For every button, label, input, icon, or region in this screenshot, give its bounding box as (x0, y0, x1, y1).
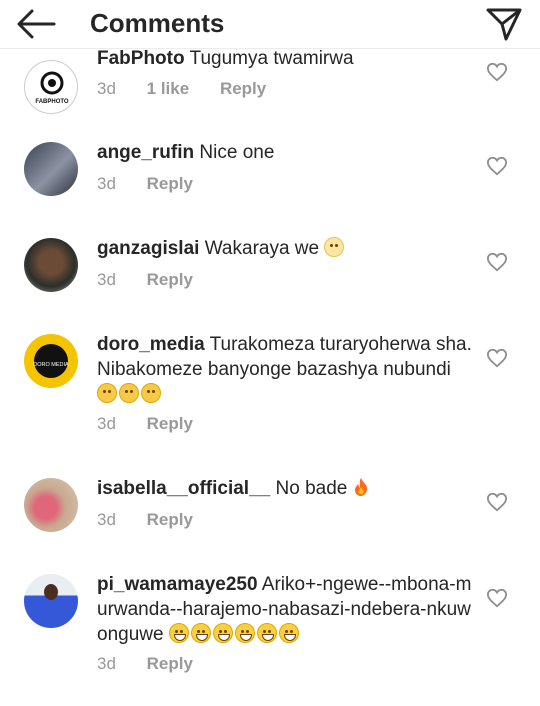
comment-item: ganzagislai Wakaraya we 3d Reply (0, 236, 540, 306)
page-title: Comments (90, 8, 225, 38)
reply-button[interactable]: Reply (147, 174, 193, 193)
comment-username[interactable]: doro_media (97, 334, 205, 355)
arrow-left-icon[interactable] (14, 6, 58, 42)
svg-text:DORO MEDIA: DORO MEDIA (33, 362, 69, 368)
comment-text: FabPhoto Tugumya twamirwa (97, 46, 472, 71)
smile-emoji-icon (324, 237, 345, 257)
comment-meta: 3d Reply (97, 414, 219, 434)
heart-icon[interactable] (486, 492, 508, 512)
svg-text:FABPHOTO: FABPHOTO (35, 99, 69, 105)
grin-emoji-icon (190, 623, 211, 643)
comment-text: pi_wamamaye250 Ariko+-ngewe--mbona-murwa… (97, 572, 472, 647)
reply-button[interactable]: Reply (147, 654, 193, 673)
comment-item: ange_rufin Nice one 3d Reply (0, 140, 540, 210)
comment-item: isabella__official__ No bade 3d Reply (0, 476, 540, 546)
fabphoto-logo: FABPHOTO (35, 71, 69, 105)
comment-message: No bade (275, 478, 348, 499)
avatar[interactable] (24, 142, 78, 196)
comment-text: ganzagislai Wakaraya we (97, 236, 472, 261)
comment-time: 3d (97, 270, 116, 289)
avatar[interactable]: FABPHOTO (24, 60, 78, 114)
comment-text: doro_media Turakomeza turaryoherwa sha. … (97, 332, 472, 407)
grin-emoji-icon (212, 623, 233, 643)
avatar[interactable]: DORO MEDIA (24, 334, 78, 388)
heart-icon[interactable] (486, 62, 508, 82)
comment-username[interactable]: ganzagislai (97, 238, 199, 259)
send-icon[interactable] (484, 6, 524, 42)
comment-username[interactable]: FabPhoto (97, 48, 185, 69)
avatar[interactable] (24, 574, 78, 628)
reply-button[interactable]: Reply (147, 510, 193, 529)
comment-meta: 3d Reply (97, 510, 219, 530)
reply-button[interactable]: Reply (220, 79, 266, 98)
comment-item: DORO MEDIA doro_media Turakomeza turaryo… (0, 332, 540, 442)
heart-icon[interactable] (486, 252, 508, 272)
comment-meta: 3d Reply (97, 174, 219, 194)
grin-emoji-icon (168, 623, 189, 643)
doro-media-logo: DORO MEDIA (33, 344, 69, 378)
emoji-icon (119, 383, 139, 403)
comment-text: isabella__official__ No bade (97, 476, 472, 501)
comment-meta: 3d Reply (97, 270, 219, 290)
comment-time: 3d (97, 79, 116, 98)
grin-emoji-icon (256, 623, 277, 643)
reply-button[interactable]: Reply (147, 414, 193, 433)
comment-username[interactable]: ange_rufin (97, 142, 194, 163)
comment-likes[interactable]: 1 like (147, 79, 190, 98)
avatar[interactable] (24, 478, 78, 532)
comment-meta: 3d 1 like Reply (97, 79, 292, 99)
comment-message: Nice one (199, 142, 275, 163)
top-app-bar: Comments (0, 0, 540, 49)
avatar[interactable] (24, 238, 78, 292)
comment-username[interactable]: pi_wamamaye250 (97, 574, 258, 595)
comment-username[interactable]: isabella__official__ (97, 478, 270, 499)
comment-item: FABPHOTO FabPhoto Tugumya twamirwa 3d 1 … (0, 44, 540, 114)
reply-button[interactable]: Reply (147, 270, 193, 289)
emoji-icon (97, 383, 117, 403)
comment-text: ange_rufin Nice one (97, 140, 472, 165)
comment-message: Tugumya twamirwa (189, 48, 354, 69)
heart-icon[interactable] (486, 588, 508, 608)
heart-icon[interactable] (486, 348, 508, 368)
fire-emoji-icon (354, 478, 367, 496)
comment-meta: 3d Reply (97, 654, 219, 674)
avatar-face (44, 584, 58, 600)
comment-message: Wakaraya we (204, 238, 320, 259)
comment-time: 3d (97, 510, 116, 529)
grin-emoji-icon (234, 623, 255, 643)
comment-item: pi_wamamaye250 Ariko+-ngewe--mbona-murwa… (0, 572, 540, 682)
emoji-icon (141, 383, 161, 403)
comment-time: 3d (97, 174, 116, 193)
comment-time: 3d (97, 414, 116, 433)
heart-icon[interactable] (486, 156, 508, 176)
grin-emoji-icon (278, 623, 299, 643)
comment-time: 3d (97, 654, 116, 673)
